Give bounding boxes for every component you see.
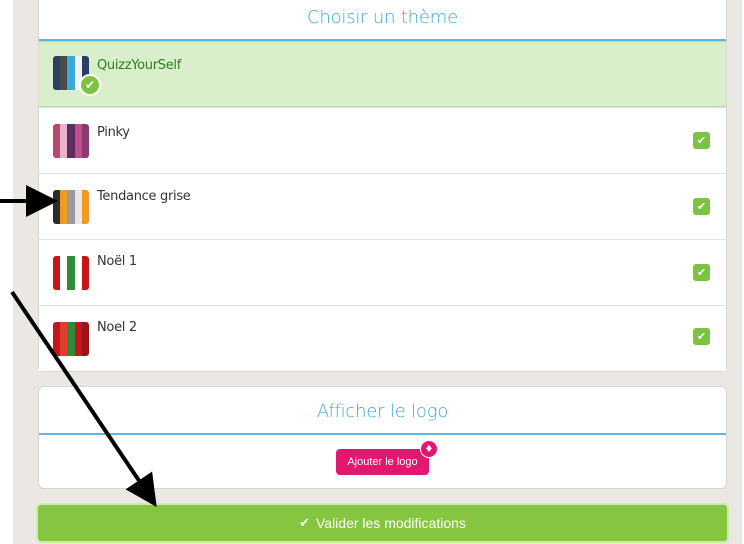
annotation-arrow xyxy=(10,290,157,507)
annotation-arrows xyxy=(0,185,157,507)
